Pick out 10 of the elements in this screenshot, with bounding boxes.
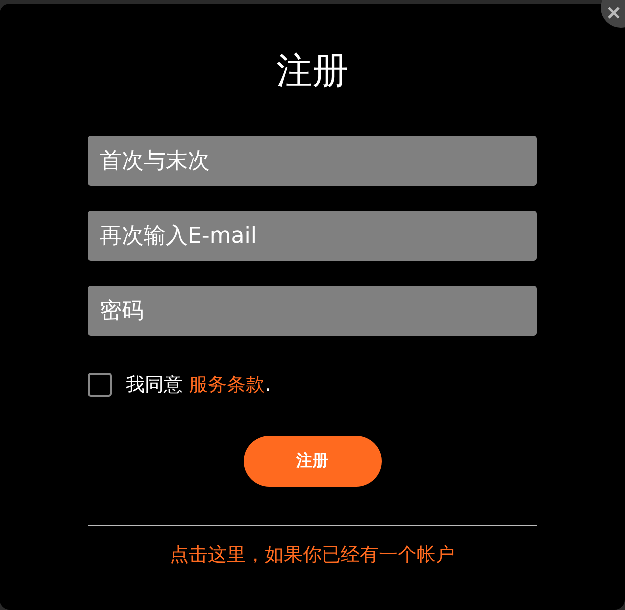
dialog-title: 注册 <box>276 50 348 94</box>
input-field[interactable]: 首次与末次 <box>88 136 537 186</box>
input-field[interactable]: 再次输入E-mail <box>88 211 537 261</box>
checkbox[interactable] <box>88 373 112 397</box>
close-icon <box>607 6 621 20</box>
input-field[interactable]: 密码 <box>88 286 537 336</box>
agreement-text: 我同意 <box>126 373 183 398</box>
terms-link[interactable]: 服务条款 <box>189 372 265 398</box>
login-link[interactable]: 点击这里，如果你已经有一个帐户 <box>170 542 455 568</box>
period-text: . <box>265 374 272 396</box>
